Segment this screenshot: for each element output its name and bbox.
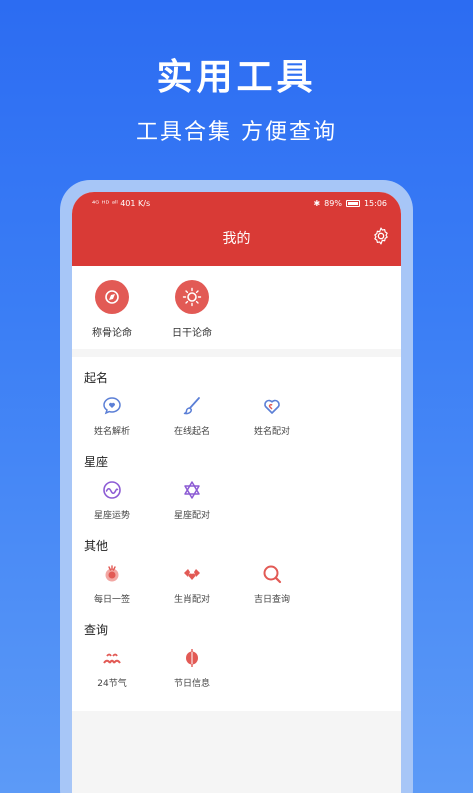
gear-icon[interactable]: [371, 226, 391, 246]
solar-term-icon: [103, 653, 121, 664]
tool-solar-terms[interactable]: 24节气: [72, 648, 152, 689]
promo-title: 实用工具: [156, 57, 317, 98]
status-left: ⁴ᴳ ᴴᴰ ᵃˡˡ 401 K/s: [92, 199, 150, 208]
tool-label: 生肖配对: [173, 595, 210, 605]
tool-label: 节日信息: [173, 679, 210, 689]
section-other: 每日一签 生肖配对 吉日查询: [72, 554, 401, 617]
section-title-naming: 起名: [84, 371, 109, 385]
tool-label: 24节气: [97, 679, 127, 689]
heart-icon: [264, 399, 280, 414]
heart-chat-icon: [103, 397, 121, 415]
battery-icon: [345, 199, 360, 207]
promo-subtitle: 工具合集 方便查询: [136, 120, 337, 145]
lantern-icon: [186, 649, 198, 667]
tool-label: 每日一签: [93, 595, 130, 605]
signal-status-text: ⁴ᴳ ᴴᴰ ᵃˡˡ 401 K/s: [92, 198, 151, 208]
wave-icon: [103, 481, 121, 499]
tool-label: 姓名配对: [253, 427, 290, 437]
tool-horoscope[interactable]: 星座运势: [72, 480, 152, 521]
section-title-other: 其他: [84, 539, 109, 553]
tool-name-analysis[interactable]: 姓名解析: [72, 396, 152, 437]
tool-zodiac-match[interactable]: 生肖配对: [152, 564, 232, 605]
zodiac-icon: [184, 569, 200, 580]
tool-festival-info[interactable]: 节日信息: [152, 648, 232, 689]
sun-icon: [175, 280, 209, 314]
tool-label: 称骨论命: [92, 328, 132, 339]
status-right: ✱ 89% 15:06: [313, 199, 387, 208]
brush-icon: [183, 397, 200, 415]
tool-daily-draw[interactable]: 每日一签: [72, 564, 152, 605]
section-title-query: 查询: [84, 623, 109, 637]
lucky-draw-icon: [105, 565, 119, 582]
top-tools: 称骨论命 日干论命: [72, 266, 401, 349]
section-query: 24节气 节日信息: [72, 638, 401, 701]
section-naming: 姓名解析 在线起名 姓名配对: [72, 386, 401, 449]
tool-cheng-gu[interactable]: 称骨论命: [72, 280, 152, 339]
compass-icon: [95, 280, 129, 314]
section-constellation: 星座运势 星座配对: [72, 470, 401, 533]
tool-auspicious-day[interactable]: 吉日查询: [232, 564, 312, 605]
tool-constellation-match[interactable]: 星座配对: [152, 480, 232, 521]
section-title-constellation: 星座: [84, 455, 109, 469]
tool-name-match[interactable]: 姓名配对: [232, 396, 312, 437]
tool-label: 星座配对: [173, 511, 210, 521]
star-of-david-icon: [184, 481, 200, 499]
bluetooth-icon: ✱: [313, 198, 321, 208]
tool-label: 日干论命: [172, 328, 212, 339]
battery-text: 89%: [324, 198, 342, 208]
status-bar: ⁴ᴳ ᴴᴰ ᵃˡˡ 401 K/s ✱ 89% 15:06: [72, 192, 401, 214]
app-bar: ⁴ᴳ ᴴᴰ ᵃˡˡ 401 K/s ✱ 89% 15:06 我的: [72, 192, 401, 266]
tool-label: 姓名解析: [93, 427, 130, 437]
search-icon: [263, 565, 282, 584]
tool-online-naming[interactable]: 在线起名: [152, 396, 232, 437]
phone-screen: ⁴ᴳ ᴴᴰ ᵃˡˡ 401 K/s ✱ 89% 15:06 我的 称骨论命 日干…: [72, 192, 401, 793]
phone-frame: ⁴ᴳ ᴴᴰ ᵃˡˡ 401 K/s ✱ 89% 15:06 我的 称骨论命 日干…: [60, 180, 413, 793]
tool-label: 吉日查询: [253, 595, 290, 605]
tool-sections: 起名 姓名解析 在线起名 姓名配对 星座 星座运势 星座配对 其他 每日一签 生…: [72, 357, 401, 711]
page-title: 我的: [222, 231, 251, 247]
tool-label: 在线起名: [173, 427, 210, 437]
tool-ri-gan[interactable]: 日干论命: [152, 280, 232, 339]
tool-label: 星座运势: [93, 511, 130, 521]
time-text: 15:06: [363, 198, 387, 208]
